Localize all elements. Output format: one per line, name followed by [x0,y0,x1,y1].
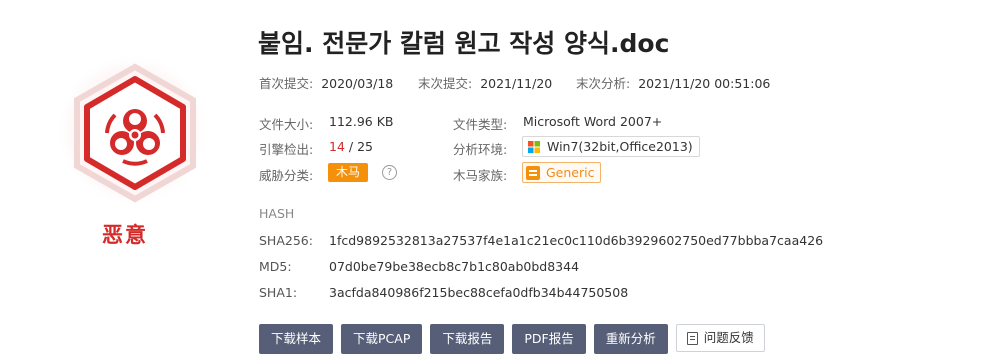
engines-detected-count: 14 [329,139,345,154]
last-submit: 末次提交: 2021/11/20 [418,73,552,92]
analysis-env-value: Win7(32bit,Office2013) [547,139,693,154]
file-type-label: 文件类型: [453,117,508,132]
last-analysis-value: 2021/11/20 00:51:06 [638,76,771,91]
verdict-badge: 恶意 [50,35,220,250]
feedback-button[interactable]: 问题反馈 [675,324,765,352]
verdict-label: 恶意 [102,223,148,247]
download-pcap-button[interactable]: 下载PCAP [341,324,423,354]
engine-detections-value: 14 / 25 [329,139,373,154]
file-report-card: 恶意 붙임. 전문가 칼럼 원고 작성 양식.doc 首次提交: 2020/03… [0,0,1004,363]
file-size: 文件大小: 112.96 KB [259,114,393,133]
first-submit-value: 2020/03/18 [321,76,394,91]
sha256-row: SHA256: 1fcd9892532813a27537f4e1a1c21ec0c… [259,233,823,248]
help-icon[interactable]: ? [382,165,397,180]
trojan-family-tag[interactable]: Generic [522,162,602,183]
threat-class-tag: 木马 [328,163,369,182]
sha256-label: SHA256: [259,233,313,248]
sha256-value[interactable]: 1fcd9892532813a27537f4e1a1c21ec0c110d6b3… [329,233,823,248]
windows-icon [528,140,540,153]
action-bar: 下载样本 下载PCAP 下载报告 PDF报告 重新分析 问题反馈 [259,324,765,354]
engine-detections-label: 引擎检出: [259,142,314,157]
engines-separator: / [344,139,358,154]
first-submit: 首次提交: 2020/03/18 [259,73,393,92]
md5-label: MD5: [259,259,292,274]
sha1-row: SHA1: 3acfda840986f215bec88cefa0dfb34b447… [259,285,628,300]
threat-class-value-wrap: 木马 ? [328,163,397,182]
layers-icon [526,165,540,180]
download-report-button[interactable]: 下载报告 [430,324,505,354]
engine-detections: 引擎检出: 14 / 25 [259,139,373,158]
sha1-label: SHA1: [259,285,298,300]
trojan-family-label: 木马家族: [453,168,508,183]
trojan-family-value: Generic [546,165,595,180]
last-analysis-label: 末次分析: [576,76,631,91]
file-type: 文件类型: Microsoft Word 2007+ [453,114,662,133]
trojan-family: 木马家族: Generic [453,162,602,183]
hash-heading: HASH [259,206,295,221]
feedback-label: 问题反馈 [703,331,754,345]
last-analysis: 末次分析: 2021/11/20 00:51:06 [576,73,770,92]
reanalyze-button[interactable]: 重新分析 [593,324,668,354]
md5-value[interactable]: 07d0be79be38ecb8c7b1c80ab0bd8344 [329,259,579,274]
first-submit-label: 首次提交: [259,76,314,91]
last-submit-label: 末次提交: [418,76,473,91]
file-size-label: 文件大小: [259,117,314,132]
download-sample-button[interactable]: 下载样本 [259,324,334,354]
biohazard-icon [74,63,196,203]
analysis-env-box: Win7(32bit,Office2013) [522,136,700,157]
analysis-env: 分析环境: Win7(32bit,Office2013) [453,136,700,157]
file-type-value: Microsoft Word 2007+ [523,114,663,129]
engines-total-count: 25 [357,139,373,154]
last-submit-value: 2021/11/20 [480,76,553,91]
file-size-value: 112.96 KB [329,114,394,129]
threat-class-label: 威胁分类: [259,168,314,183]
threat-class: 威胁分类: 木马 ? [259,163,397,183]
sha1-value[interactable]: 3acfda840986f215bec88cefa0dfb34b44750508 [329,285,628,300]
analysis-env-label: 分析环境: [453,142,508,157]
file-title: 붙임. 전문가 칼럼 원고 작성 양식.doc [258,29,670,58]
md5-row: MD5: 07d0be79be38ecb8c7b1c80ab0bd8344 [259,259,579,274]
document-icon [686,331,698,345]
pdf-report-button[interactable]: PDF报告 [512,324,586,354]
